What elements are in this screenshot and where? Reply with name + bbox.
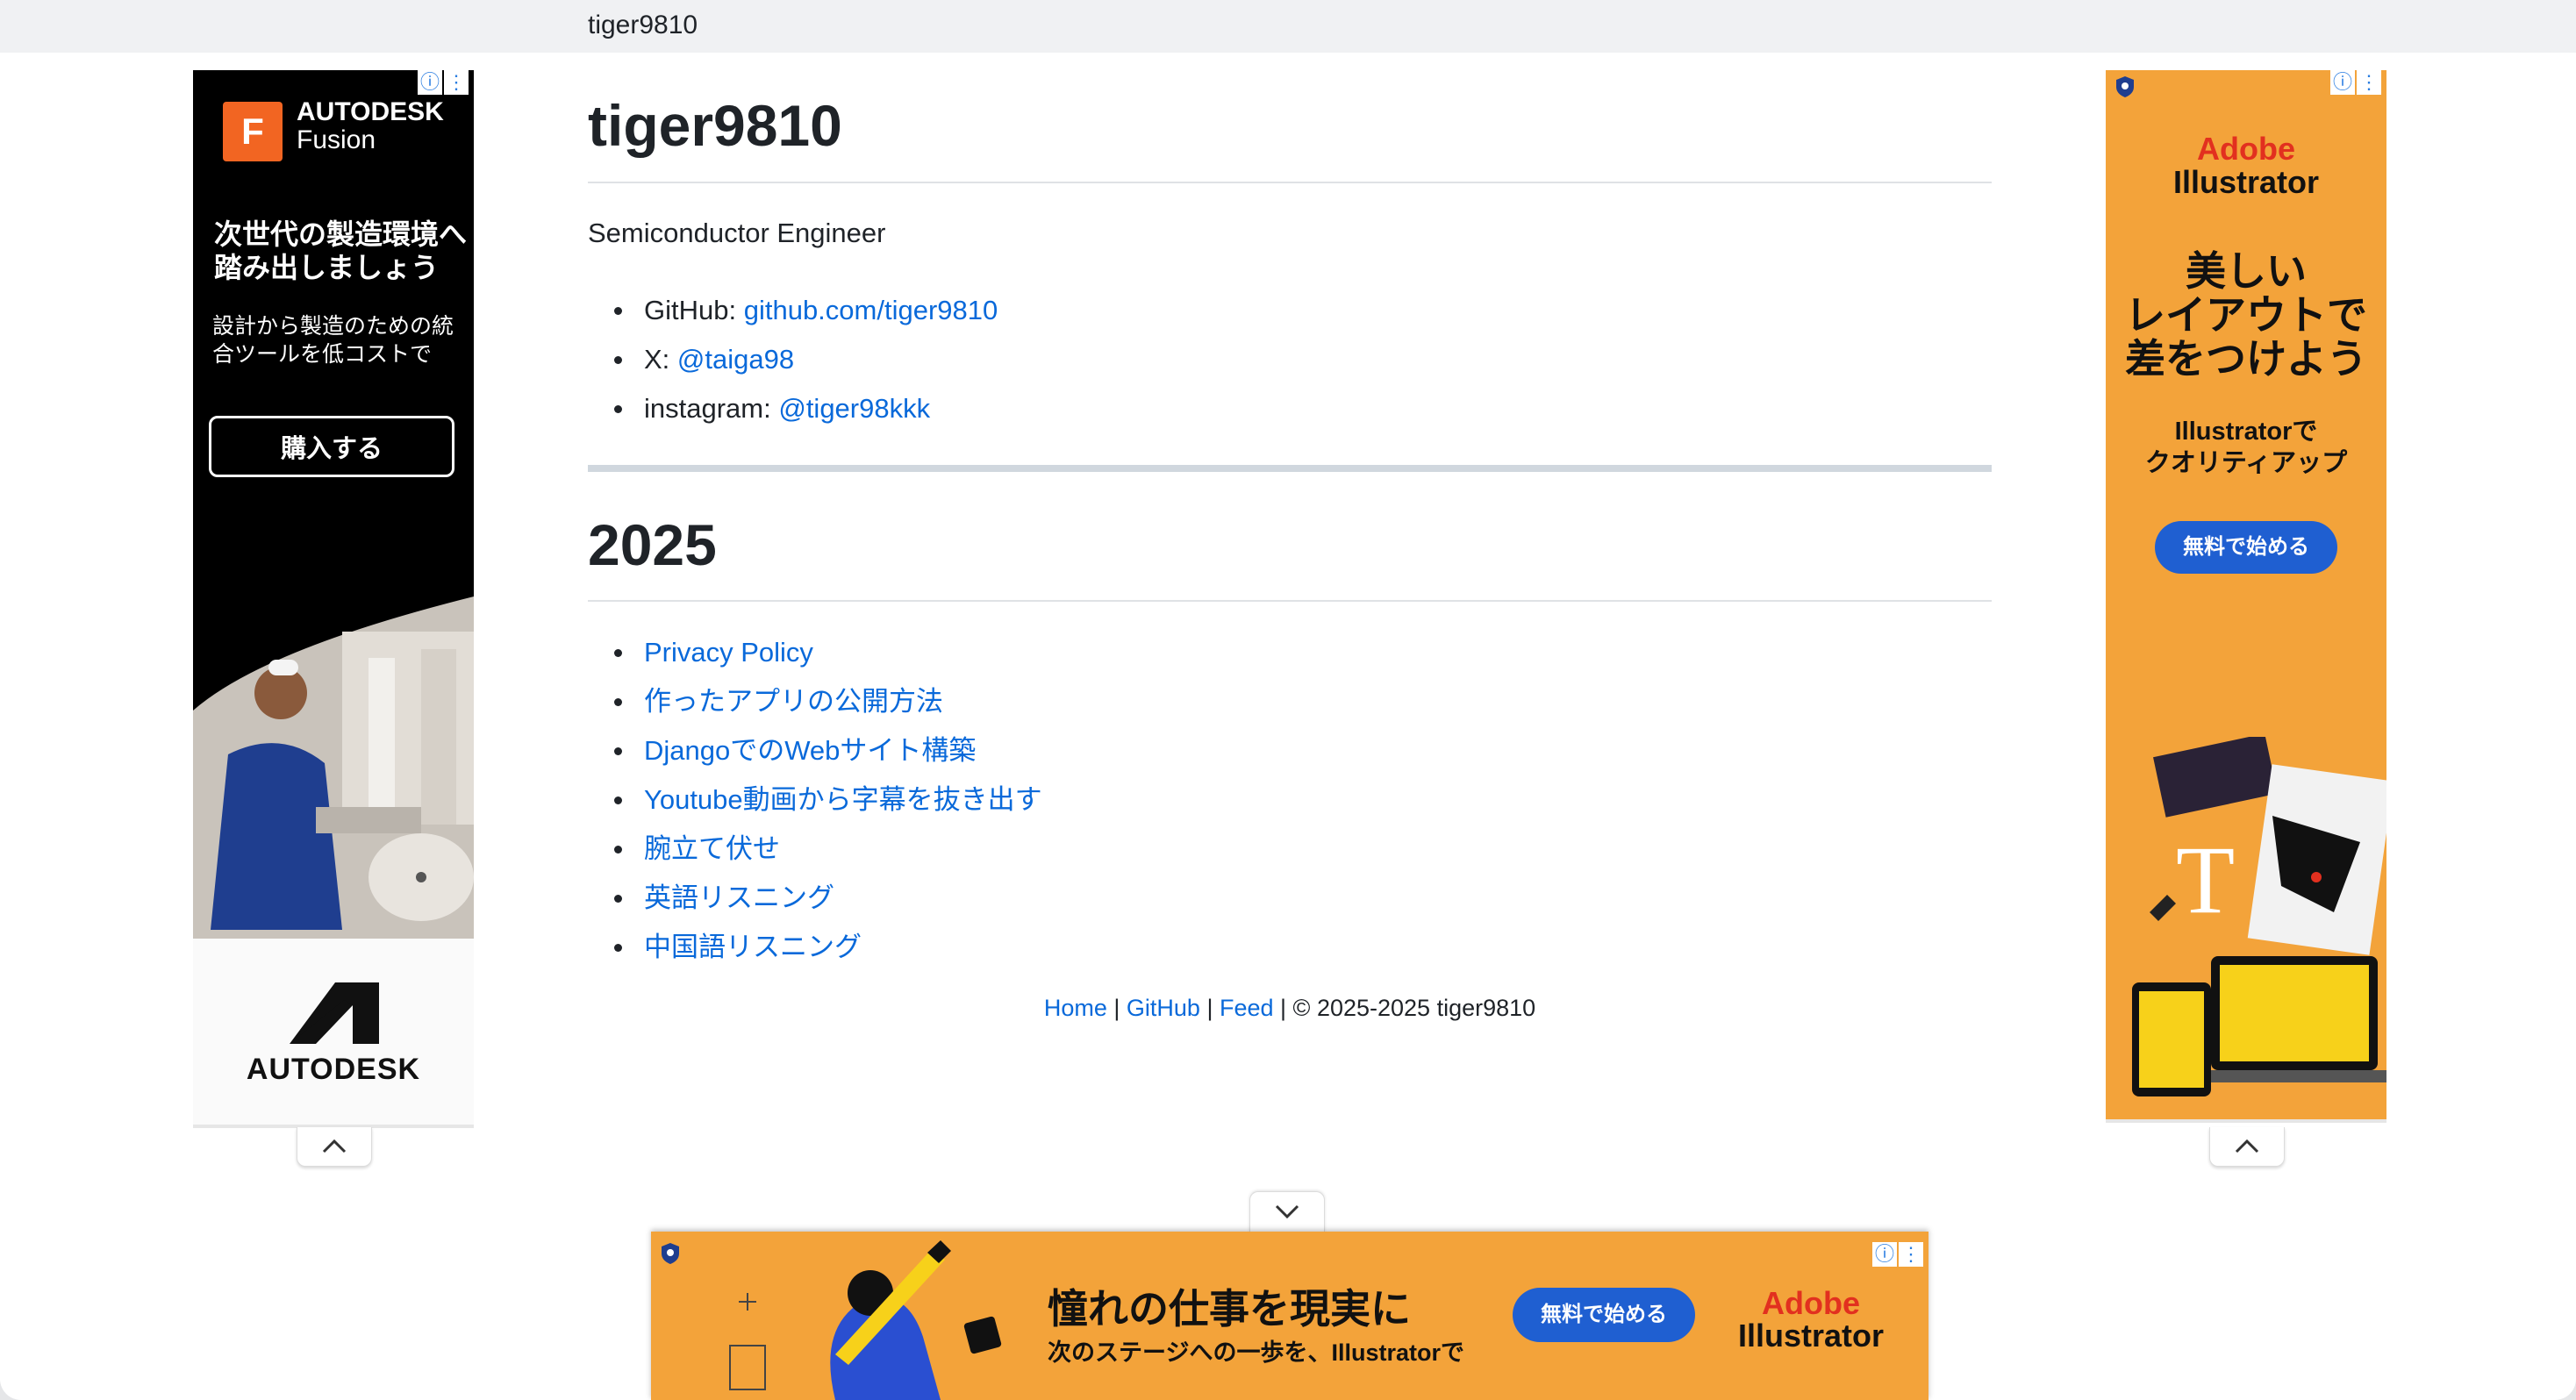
ad-subtext: 設計から製造のための統合ツールを低コストで bbox=[212, 314, 454, 367]
link-prefix: instagram: bbox=[644, 393, 779, 424]
ad-start-free-button[interactable]: 無料で始める bbox=[1513, 1288, 1695, 1342]
ad-brand-line2: Illustrator bbox=[2172, 164, 2320, 200]
ad-headline: 憧れの仕事を現実に bbox=[1048, 1286, 1411, 1332]
ad-menu-icon[interactable]: ⋮ bbox=[444, 70, 469, 95]
ad-right-illustrator[interactable]: ⓘ ⋮ Adobe Illustrator 美しい レイアウトで 差をつけよう … bbox=[2106, 70, 2386, 1123]
list-item: Youtube動画から字幕を抜き出す bbox=[614, 775, 1042, 825]
ad-controls: ⓘ ⋮ bbox=[1872, 1242, 1923, 1267]
list-item: X: @taiga98 bbox=[614, 335, 998, 384]
browser-tab-bar: tiger9810 bbox=[0, 0, 2576, 53]
instagram-link[interactable]: @tiger98kkk bbox=[778, 393, 930, 424]
year-heading: 2025 bbox=[588, 512, 717, 577]
ad-bottom-illustrator[interactable]: ⓘ ⋮ 憧れの仕事を現実に 次のステージへの一歩を、Illustratorで 無… bbox=[651, 1232, 1928, 1400]
footer-separator: | bbox=[1199, 995, 1220, 1021]
fusion-logo-icon: F bbox=[223, 102, 283, 161]
window-corner bbox=[2555, 1379, 2576, 1400]
ad-brand-line2: Illustrator bbox=[1737, 1318, 1885, 1354]
ad-menu-icon[interactable]: ⋮ bbox=[2357, 70, 2381, 95]
autodesk-logo-icon bbox=[290, 982, 379, 1044]
ad-subtext-line: クオリティアップ bbox=[2144, 449, 2348, 477]
chevron-down-icon bbox=[1275, 1204, 1299, 1219]
ad-controls: ⓘ ⋮ bbox=[2330, 70, 2381, 95]
list-item: 腕立て伏せ bbox=[614, 825, 1042, 874]
footer-separator: | bbox=[1106, 995, 1127, 1021]
list-item: Privacy Policy bbox=[614, 628, 1042, 677]
ad-factory-photo bbox=[193, 596, 474, 939]
post-link-django[interactable]: DjangoでのWebサイト構築 bbox=[644, 735, 976, 766]
post-link-english-listening[interactable]: 英語リスニング bbox=[644, 882, 834, 913]
list-item: 中国語リスニング bbox=[614, 923, 1042, 972]
ad-info-icon[interactable]: ⓘ bbox=[1872, 1242, 1897, 1267]
footer-github-link[interactable]: GitHub bbox=[1127, 995, 1200, 1021]
post-link-privacy-policy[interactable]: Privacy Policy bbox=[644, 637, 813, 668]
ad-subtext: 次のステージへの一歩を、Illustratorで bbox=[1048, 1339, 1464, 1366]
footer-copyright: | © 2025-2025 tiger9810 bbox=[1273, 995, 1536, 1021]
ad-shield-icon bbox=[662, 1243, 679, 1264]
ad-buy-button[interactable]: 購入する bbox=[209, 416, 454, 477]
ad-headline-line: 美しい bbox=[2186, 248, 2307, 294]
ad-start-free-button[interactable]: 無料で始める bbox=[2155, 521, 2337, 574]
post-list: Privacy Policy 作ったアプリの公開方法 DjangoでのWebサイ… bbox=[614, 628, 1042, 972]
ad-illustration-artwork bbox=[729, 1240, 1002, 1400]
link-prefix: X: bbox=[644, 344, 677, 375]
section-divider bbox=[588, 465, 1992, 472]
ad-info-icon[interactable]: ⓘ bbox=[418, 70, 442, 95]
ad-shield-icon bbox=[2116, 76, 2134, 97]
ad-brand-line1: Adobe bbox=[2197, 131, 2295, 167]
github-link[interactable]: github.com/tiger9810 bbox=[744, 295, 998, 325]
profile-description: Semiconductor Engineer bbox=[588, 218, 886, 248]
ad-brand-line1: Adobe bbox=[1762, 1285, 1860, 1321]
profile-links: GitHub: github.com/tiger9810 X: @taiga98… bbox=[614, 286, 998, 433]
ad-headline: 美しい レイアウトで 差をつけよう bbox=[2106, 249, 2386, 381]
collapse-bottom-ad-button[interactable] bbox=[1249, 1191, 1325, 1232]
ad-headline: 次世代の製造環境へ踏み出しましょう bbox=[214, 218, 468, 283]
ad-brand: AUTODESK Fusion bbox=[297, 98, 444, 154]
ad-left-footer[interactable]: AUTODESK bbox=[193, 939, 474, 1128]
list-item: 英語リスニング bbox=[614, 874, 1042, 923]
footer-home-link[interactable]: Home bbox=[1044, 995, 1107, 1021]
list-item: 作ったアプリの公開方法 bbox=[614, 677, 1042, 726]
autodesk-wordmark: AUTODESK bbox=[246, 1053, 421, 1086]
x-link[interactable]: @taiga98 bbox=[677, 344, 794, 375]
year-divider bbox=[588, 600, 1992, 602]
list-item: DjangoでのWebサイト構築 bbox=[614, 726, 1042, 775]
ad-left-autodesk[interactable]: ⓘ ⋮ F AUTODESK Fusion 次世代の製造環境へ踏み出しましょう … bbox=[193, 70, 474, 939]
ad-info-icon[interactable]: ⓘ bbox=[2330, 70, 2355, 95]
collapse-right-ad-button[interactable] bbox=[2209, 1127, 2285, 1167]
ad-headline-line: 差をつけよう bbox=[2125, 336, 2367, 382]
list-item: GitHub: github.com/tiger9810 bbox=[614, 286, 998, 335]
ad-design-artwork: T bbox=[2132, 737, 2386, 1096]
ad-brand-line2: Fusion bbox=[297, 125, 376, 154]
post-link-pushups[interactable]: 腕立て伏せ bbox=[644, 833, 780, 864]
collapse-left-ad-button[interactable] bbox=[297, 1127, 372, 1167]
ad-headline-line: レイアウトで bbox=[2125, 292, 2367, 338]
link-prefix: GitHub: bbox=[644, 295, 744, 325]
ad-subtext-line: Illustratorで bbox=[2174, 418, 2318, 446]
ad-menu-icon[interactable]: ⋮ bbox=[1899, 1242, 1923, 1267]
ad-subtext: Illustratorで クオリティアップ bbox=[2106, 416, 2386, 479]
chevron-up-icon bbox=[2235, 1139, 2259, 1154]
footer-feed-link[interactable]: Feed bbox=[1220, 995, 1274, 1021]
post-link-chinese-listening[interactable]: 中国語リスニング bbox=[644, 932, 862, 962]
title-divider bbox=[588, 182, 1992, 183]
list-item: instagram: @tiger98kkk bbox=[614, 384, 998, 433]
ad-brand-line1: AUTODESK bbox=[297, 97, 444, 126]
post-link-app-publish[interactable]: 作ったアプリの公開方法 bbox=[644, 686, 943, 717]
svg-text:T: T bbox=[2176, 826, 2235, 933]
ad-controls: ⓘ ⋮ bbox=[418, 70, 469, 95]
tab-title[interactable]: tiger9810 bbox=[588, 11, 698, 40]
page-title: tiger9810 bbox=[588, 93, 842, 158]
chevron-up-icon bbox=[322, 1139, 347, 1154]
window-corner bbox=[0, 1379, 21, 1400]
page-footer: Home | GitHub | Feed | © 2025-2025 tiger… bbox=[588, 995, 1992, 1022]
post-link-youtube-subtitles[interactable]: Youtube動画から字幕を抜き出す bbox=[644, 784, 1042, 815]
